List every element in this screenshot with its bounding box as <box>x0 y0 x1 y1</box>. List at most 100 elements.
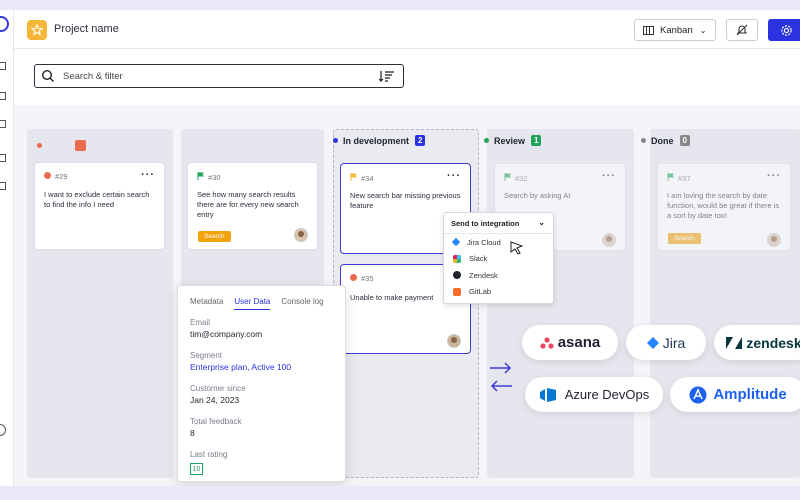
zendesk-label: zendesk <box>746 334 800 351</box>
feedback-card[interactable]: #30 See how many search results there ar… <box>187 162 318 250</box>
tag-badge: Search <box>198 231 231 242</box>
card-text: I am loving the search by date function,… <box>667 191 780 220</box>
card-id: #37 <box>678 173 691 183</box>
status-dot <box>37 143 42 148</box>
gitlab-icon <box>453 287 461 296</box>
card-id: #35 <box>361 274 374 283</box>
total-feedback-label: Total feedback <box>190 417 242 426</box>
jira-label: Jira <box>662 334 686 351</box>
feedback-card[interactable]: #29 ··· I want to exclude certain search… <box>34 162 165 250</box>
search-filter-input[interactable]: Search & filter <box>34 64 404 88</box>
integration-menu-title: Send to integration <box>451 218 520 228</box>
star-icon <box>27 20 47 40</box>
column-header: Done 0 <box>641 135 690 146</box>
nav-icon[interactable] <box>0 154 6 162</box>
panel-tabs: Metadata User Data Console log <box>190 297 335 310</box>
azure-devops-logo: Azure DevOps <box>525 377 663 412</box>
feedback-card[interactable]: #37 ··· I am loving the search by date f… <box>657 163 791 251</box>
customer-since-value: Jan 24, 2023 <box>190 395 240 405</box>
card-text: Search by asking AI <box>504 191 571 200</box>
segment-label: Segment <box>190 351 223 360</box>
card-id: #34 <box>361 173 374 183</box>
project-name: Project name <box>54 23 119 35</box>
bell-off-icon <box>736 24 748 36</box>
integration-option-slack[interactable]: Slack <box>444 251 553 268</box>
flag-icon <box>350 173 357 183</box>
tab-console-log[interactable]: Console log <box>281 297 323 310</box>
asana-label: asana <box>557 334 601 351</box>
card-text: New search bar missing previous feature <box>350 191 461 210</box>
send-to-integration-menu[interactable]: Send to integration ⌄ Jira Cloud Slack Z… <box>443 212 554 304</box>
asana-icon <box>540 336 554 349</box>
nav-icon[interactable] <box>0 182 6 190</box>
integration-menu-header[interactable]: Send to integration ⌄ <box>444 213 553 234</box>
sync-arrows-icon <box>490 362 512 392</box>
flag-icon <box>504 173 511 183</box>
integration-option-label: GitLab <box>469 287 492 297</box>
help-icon[interactable] <box>0 424 6 436</box>
home-icon[interactable] <box>0 62 6 70</box>
count-badge: 1 <box>531 135 542 146</box>
status-dot <box>333 138 338 143</box>
zendesk-icon <box>726 336 743 349</box>
integration-option-label: Slack <box>469 254 488 264</box>
more-options-icon[interactable]: ··· <box>767 170 781 182</box>
count-badge: 0 <box>679 135 690 146</box>
column-header: In development 2 <box>333 135 426 146</box>
card-id: #30 <box>208 172 221 182</box>
column-title: In development <box>343 135 410 146</box>
card-text: I want to exclude certain search to find… <box>44 190 150 209</box>
jira-icon <box>646 336 659 349</box>
avatar <box>767 233 781 247</box>
column-title: Done <box>651 135 674 146</box>
customer-since-label: Customer since <box>190 384 246 393</box>
integration-option-label: Zendesk <box>469 270 498 280</box>
left-nav-rail <box>0 10 14 486</box>
nav-icon[interactable] <box>0 120 6 128</box>
zendesk-logo: zendesk <box>714 325 800 360</box>
jira-icon <box>451 238 461 247</box>
view-select-button[interactable]: Kanban ⌄ <box>634 19 716 41</box>
search-placeholder: Search & filter <box>63 71 123 82</box>
slack-icon <box>453 254 461 263</box>
tag-badge: Search <box>668 233 701 244</box>
logo-icon[interactable] <box>0 16 9 32</box>
card-text: See how many search results there are fo… <box>197 190 299 219</box>
app-window: Project name Kanban ⌄ Search & filter #2… <box>0 10 800 486</box>
count-badge: 2 <box>415 135 426 146</box>
total-feedback-value: 8 <box>190 428 195 438</box>
kanban-board: #29 ··· I want to exclude certain search… <box>14 105 800 486</box>
last-rating-badge: 10 <box>190 463 203 475</box>
chevron-down-icon: ⌄ <box>699 25 707 35</box>
column-header: Review 1 <box>484 135 542 146</box>
avatar <box>602 233 616 247</box>
more-options-icon[interactable]: ··· <box>602 170 616 182</box>
last-rating-label: Last rating <box>190 450 228 459</box>
card-id: #29 <box>55 172 68 181</box>
view-select-label: Kanban <box>660 24 693 36</box>
azure-devops-icon <box>539 387 556 402</box>
settings-button[interactable] <box>768 19 800 41</box>
integration-option-gitlab[interactable]: GitLab <box>444 284 553 301</box>
zendesk-icon <box>453 271 461 280</box>
nav-icon[interactable] <box>0 92 6 100</box>
avatar <box>294 228 308 242</box>
integration-option-zendesk[interactable]: Zendesk <box>444 267 553 284</box>
integration-option-jira-cloud[interactable]: Jira Cloud <box>444 234 553 251</box>
tab-metadata[interactable]: Metadata <box>190 297 223 310</box>
amplitude-logo: Amplitude <box>670 377 800 412</box>
tab-user-data[interactable]: User Data <box>234 297 271 310</box>
more-options-icon[interactable]: ··· <box>447 170 461 182</box>
mute-notifications-button[interactable] <box>726 19 758 41</box>
azure-devops-label: Azure DevOps <box>564 387 650 402</box>
alert-icon <box>350 274 357 283</box>
integration-option-label: Jira Cloud <box>467 237 501 247</box>
asana-logo: asana <box>522 325 618 360</box>
segment-value[interactable]: Enterprise plan, Active 100 <box>190 362 291 372</box>
sort-icon[interactable] <box>379 70 395 82</box>
email-label: Email <box>190 318 211 327</box>
amplitude-icon <box>689 386 707 403</box>
count-badge <box>75 140 86 151</box>
more-options-icon[interactable]: ··· <box>141 169 155 181</box>
top-bar: Project name Kanban ⌄ <box>14 10 800 49</box>
